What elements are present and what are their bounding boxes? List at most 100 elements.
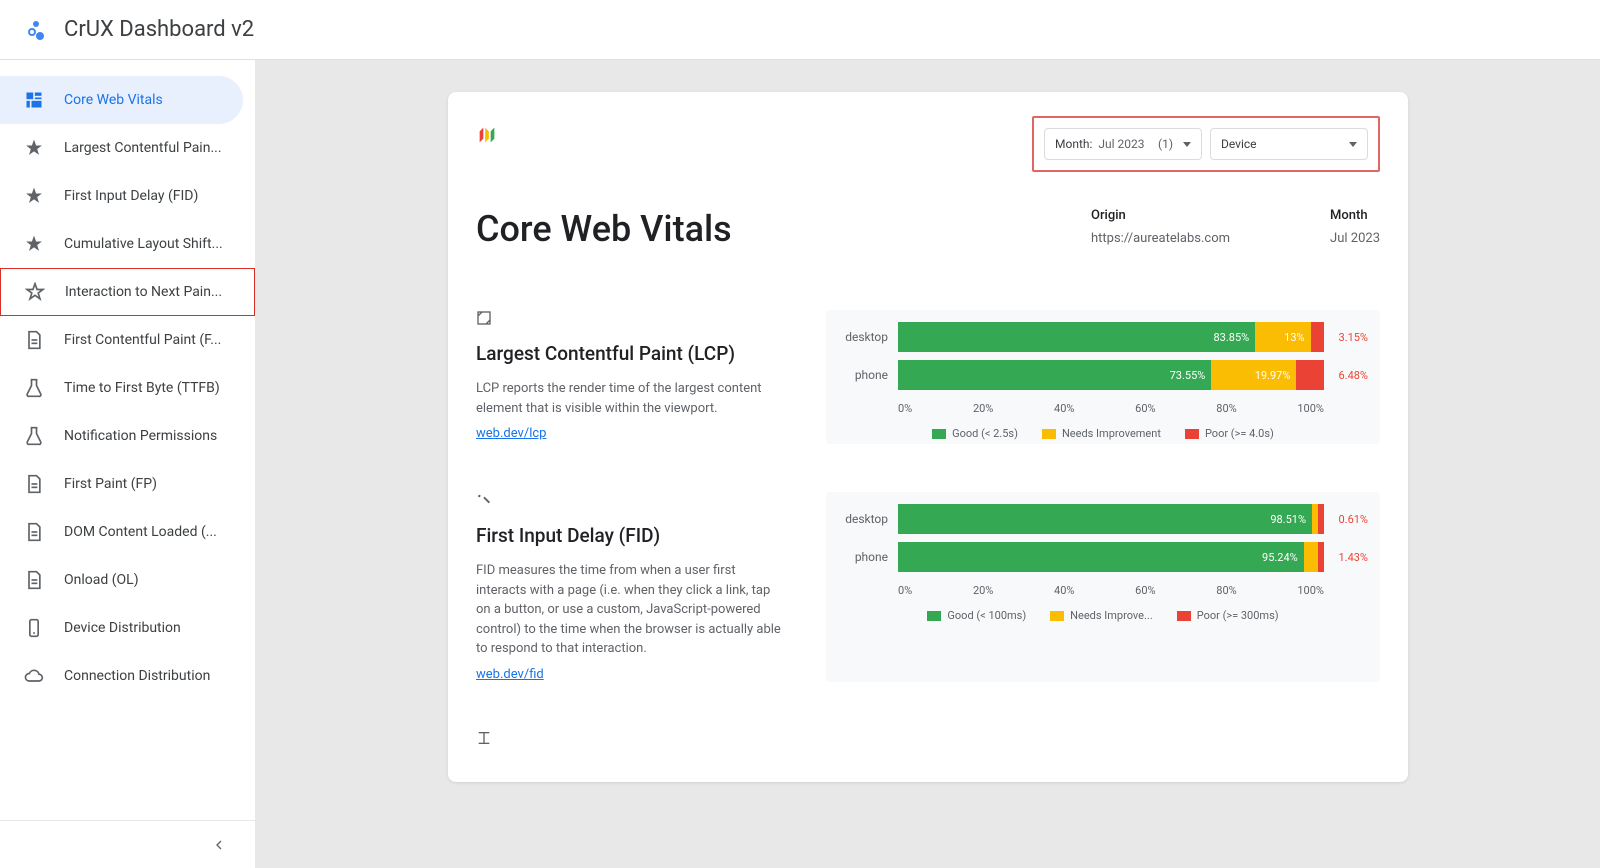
axis-tick: 0% [898, 584, 912, 597]
page-title: Core Web Vitals [476, 208, 732, 250]
sidebar-item-connection-distribution[interactable]: Connection Distribution [0, 652, 243, 700]
axis-tick: 100% [1297, 402, 1324, 415]
sidebar-item-first-contentful-paint-f[interactable]: First Contentful Paint (F... [0, 316, 243, 364]
chart-axis: 0% 20% 40% 60% 80% 100% [898, 580, 1368, 601]
bar-segment-poor [1296, 360, 1324, 390]
metric-section-0: Largest Contentful Paint (LCP) LCP report… [476, 310, 1380, 444]
legend-poor: Poor (>= 4.0s) [1185, 427, 1274, 440]
axis-tick: 80% [1216, 584, 1236, 597]
metric-description: FID measures the time from when a user f… [476, 561, 786, 659]
sidebar-item-label: First Input Delay (FID) [64, 188, 198, 204]
axis-tick: 20% [973, 402, 993, 415]
chart-legend: Good (< 2.5s)Needs ImprovementPoor (>= 4… [838, 427, 1368, 440]
axis-tick: 80% [1216, 402, 1236, 415]
axis-tick: 60% [1135, 402, 1155, 415]
sidebar-item-label: DOM Content Loaded (... [64, 524, 217, 540]
sidebar-item-first-input-delay-fid[interactable]: First Input Delay (FID) [0, 172, 243, 220]
sidebar-item-label: Interaction to Next Pain... [65, 284, 222, 300]
app-header: CrUX Dashboard v2 [0, 0, 1600, 60]
month-filter[interactable]: Month: Jul 2023 (1) [1044, 128, 1202, 160]
chart-bar-row: desktop98.51% 0.61% [838, 504, 1368, 534]
bar-segment-poor [1318, 504, 1324, 534]
axis-tick: 100% [1297, 584, 1324, 597]
origin-meta: Origin https://aureatelabs.com [1091, 208, 1230, 246]
sidebar-item-label: Largest Contentful Pain... [64, 140, 222, 156]
sidebar-item-time-to-first-byte-ttfb[interactable]: Time to First Byte (TTFB) [0, 364, 243, 412]
bar-category-label: phone [838, 368, 898, 382]
bar-segment-poor [1318, 542, 1324, 572]
doc-icon [24, 570, 44, 590]
bar-category-label: phone [838, 550, 898, 564]
sidebar-item-dom-content-loaded[interactable]: DOM Content Loaded (... [0, 508, 243, 556]
bar-segment-good: 83.85% [898, 322, 1255, 352]
sidebar-item-label: First Contentful Paint (F... [64, 332, 221, 348]
origin-label: Origin [1091, 208, 1230, 223]
bar-segment-good: 95.24% [898, 542, 1304, 572]
legend-poor: Poor (>= 300ms) [1177, 609, 1279, 622]
sidebar: Core Web Vitals Largest Contentful Pain..… [0, 60, 256, 868]
metric-chart: desktop83.85%13%3.15%phone73.55%19.97%6.… [826, 310, 1380, 444]
sidebar-item-label: Connection Distribution [64, 668, 210, 684]
sidebar-item-cumulative-layout-shift[interactable]: Cumulative Layout Shift... [0, 220, 243, 268]
metric-icon-cls [476, 730, 1380, 750]
metric-description: LCP reports the render time of the large… [476, 379, 786, 418]
metric-title: Largest Contentful Paint (LCP) [476, 342, 786, 365]
bar-segment-good: 73.55% [898, 360, 1211, 390]
sidebar-item-interaction-to-next-pain[interactable]: Interaction to Next Pain... [0, 268, 255, 316]
doc-icon [24, 522, 44, 542]
dashboard-icon [24, 90, 44, 110]
sidebar-footer [0, 820, 255, 868]
chevron-down-icon [1349, 142, 1357, 147]
metric-doc-link[interactable]: web.dev/lcp [476, 426, 546, 441]
axis-tick: 40% [1054, 584, 1074, 597]
bar-poor-value: 0.61% [1324, 513, 1368, 526]
metric-doc-link[interactable]: web.dev/fid [476, 667, 544, 682]
collapse-sidebar-icon[interactable] [211, 837, 227, 853]
legend-good: Good (< 2.5s) [932, 427, 1018, 440]
chart-bar-row: phone73.55%19.97% 6.48% [838, 360, 1368, 390]
sidebar-item-label: Core Web Vitals [64, 92, 163, 108]
axis-tick: 0% [898, 402, 912, 415]
bar-segment-needs-improvement: 13% [1255, 322, 1310, 352]
axis-tick: 40% [1054, 402, 1074, 415]
metric-section-1: First Input Delay (FID)FID measures the … [476, 492, 1380, 682]
bar-poor-value: 1.43% [1324, 551, 1368, 564]
sidebar-item-device-distribution[interactable]: Device Distribution [0, 604, 243, 652]
month-filter-value: Jul 2023 [1098, 137, 1144, 151]
sidebar-item-core-web-vitals[interactable]: Core Web Vitals [0, 76, 243, 124]
sidebar-item-label: Notification Permissions [64, 428, 217, 444]
bar-poor-value: 6.48% [1324, 369, 1368, 382]
sidebar-item-onload-ol[interactable]: Onload (OL) [0, 556, 243, 604]
sidebar-item-notification-permissions[interactable]: Notification Permissions [0, 412, 243, 460]
sidebar-item-largest-contentful-pain[interactable]: Largest Contentful Pain... [0, 124, 243, 172]
star-icon [24, 234, 44, 254]
origin-value: https://aureatelabs.com [1091, 231, 1230, 246]
flask-icon [24, 378, 44, 398]
metric-chart: desktop98.51% 0.61% phone95.24% 1.43% 0% 20% 4… [826, 492, 1380, 682]
bar-segment-poor [1311, 322, 1324, 352]
metric-icon [476, 310, 492, 326]
sidebar-item-first-paint-fp[interactable]: First Paint (FP) [0, 460, 243, 508]
doc-icon [24, 330, 44, 350]
filters-highlight-box: Month: Jul 2023 (1) Device [1032, 116, 1380, 172]
brand-logo-icon [476, 124, 498, 146]
star-icon [24, 138, 44, 158]
bar-segment-good: 98.51% [898, 504, 1312, 534]
cloud-icon [24, 666, 44, 686]
axis-tick: 60% [1135, 584, 1155, 597]
bar-category-label: desktop [838, 512, 898, 526]
device-filter[interactable]: Device [1210, 128, 1368, 160]
star-icon [24, 186, 44, 206]
month-meta: Month Jul 2023 [1330, 208, 1380, 246]
sidebar-item-label: Device Distribution [64, 620, 181, 636]
chart-legend: Good (< 100ms)Needs Improve...Poor (>= 3… [838, 609, 1368, 622]
sidebar-item-label: First Paint (FP) [64, 476, 157, 492]
month-label: Month [1330, 208, 1380, 223]
device-filter-label: Device [1221, 137, 1257, 151]
legend-ni: Needs Improve... [1050, 609, 1153, 622]
bar-segment-needs-improvement: 19.97% [1211, 360, 1296, 390]
device-icon [24, 618, 44, 638]
axis-tick: 20% [973, 584, 993, 597]
bar-segment-needs-improvement [1304, 542, 1318, 572]
chevron-down-icon [1183, 142, 1191, 147]
